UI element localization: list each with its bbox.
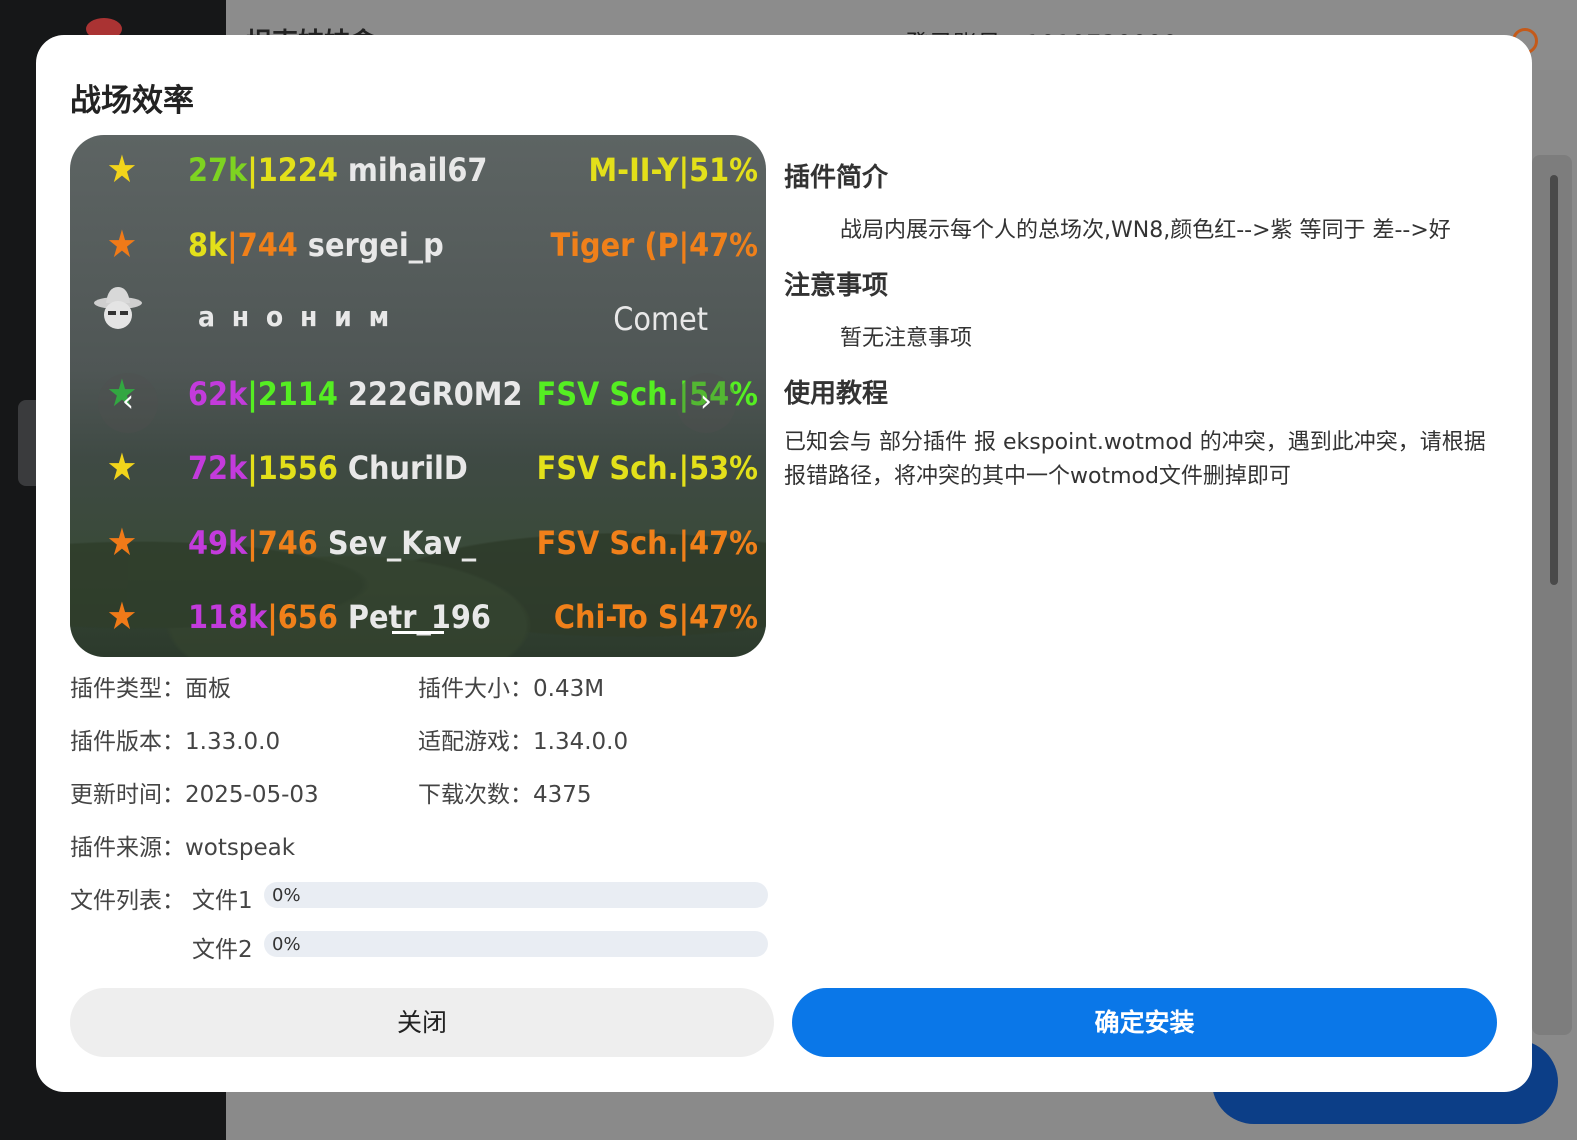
player-stats: а н о н и м [198, 300, 393, 333]
intro-text: 战局内展示每个人的总场次,WN8,颜色红-->紫 等同于 差-->好 [840, 218, 1451, 243]
tank-winrate: Comet [613, 300, 708, 338]
file-list-label: 文件列表： [70, 888, 185, 914]
rank-star-icon: ★ [106, 519, 138, 564]
plugin-type-value: 面板 [185, 676, 231, 702]
battles-count: 8k [188, 225, 228, 264]
battles-count: 27k [188, 151, 248, 189]
sidebar-collapse-handle [18, 400, 38, 486]
plugin-type: 插件类型：面板 [70, 669, 231, 703]
wn8-value: 1556 [257, 449, 338, 487]
background-scrollbar [1550, 175, 1558, 585]
preview-player-row: ★ 49k|746 Sev_Kav_ FSV Sch.|47% [70, 516, 766, 576]
plugin-size-value: 0.43M [533, 676, 605, 702]
rank-star-icon: ★ [106, 147, 138, 191]
game-version-value: 1.34.0.0 [533, 729, 629, 755]
update-time: 更新时间：2025-05-03 [70, 775, 319, 809]
rank-star-icon: ★ [106, 594, 138, 638]
tank-winrate: Chi-To S|47% [553, 598, 758, 636]
rank-star-icon: ★ [106, 445, 138, 489]
plugin-type-label: 插件类型： [70, 676, 185, 702]
stat-separator: | [247, 449, 258, 487]
plugin-source-label: 插件来源： [70, 835, 185, 861]
confirm-install-button[interactable]: 确定安装 [792, 988, 1497, 1057]
update-time-value: 2025-05-03 [185, 782, 319, 808]
download-count-label: 下载次数： [418, 782, 533, 808]
file-progress-bar: 0% [264, 882, 768, 908]
battles-count: 72k [188, 449, 248, 487]
battles-count: 49k [188, 523, 248, 562]
tank-winrate: Tiger (P|47% [550, 225, 758, 264]
notes-text: 暂无注意事项 [840, 326, 973, 351]
player-name: sergei_p [307, 225, 444, 264]
rank-star-icon: ★ [106, 221, 138, 266]
intro-heading: 插件简介 [784, 163, 889, 193]
player-name: ChurilD [347, 449, 468, 487]
stat-separator: | [267, 598, 278, 636]
player-stats: 8k|744 sergei_p [188, 226, 444, 264]
stat-separator: | [247, 523, 258, 562]
wn8-value: 1224 [257, 151, 338, 189]
download-count: 下载次数：4375 [418, 775, 592, 809]
update-time-label: 更新时间： [70, 782, 185, 808]
player-name: mihail67 [347, 151, 488, 189]
tutorial-text: 已知会与 部分插件 报 ekspoint.wotmod 的冲突，遇到此冲突，请根… [784, 430, 1486, 489]
preview-player-row: а н о н и м Comet [70, 292, 766, 352]
plugin-source: 插件来源：wotspeak [70, 828, 295, 862]
player-name: Sev_Kav_ [327, 523, 477, 562]
notes-heading: 注意事项 [784, 271, 889, 301]
stat-separator: | [247, 151, 258, 189]
carousel-next-button[interactable]: › [676, 373, 736, 433]
player-name: 222GR0M2 [347, 374, 523, 413]
file-progress-text: 0% [272, 885, 301, 906]
preview-carousel: ★ 27k|1224 mihail67 M-II-Y|51% ★ 8k|744 serg… [70, 135, 766, 657]
plugin-version-label: 插件版本： [70, 729, 185, 755]
wn8-value: 746 [257, 523, 318, 562]
player-stats: 27k|1224 mihail67 [188, 151, 487, 189]
player-stats: 62k|2114 222GR0M2 [188, 375, 522, 413]
game-version: 适配游戏：1.34.0.0 [418, 722, 628, 756]
tutorial-heading: 使用教程 [784, 379, 889, 409]
preview-player-row: ★ 8k|744 sergei_p Tiger (P|47% [70, 218, 766, 278]
battles-count: 118k [188, 598, 268, 636]
plugin-size-label: 插件大小： [418, 676, 533, 702]
wn8-value: 656 [277, 598, 338, 636]
file-progress-text: 0% [272, 934, 301, 955]
stat-separator: | [227, 225, 238, 264]
anonymous-player-icon [94, 287, 142, 329]
plugin-detail-dialog: 战场效率 ★ 27k|1224 mihail67 M-II-Y|51% ★ 8k|744… [36, 35, 1532, 1092]
wn8-value: 744 [237, 225, 298, 264]
plugin-version-value: 1.33.0.0 [185, 729, 281, 755]
preview-player-row: ★ 118k|656 Petr_196 Chi-To S|47% [70, 590, 766, 650]
file-progress-bar: 0% [264, 931, 768, 957]
plugin-version: 插件版本：1.33.0.0 [70, 722, 280, 756]
player-stats: 72k|1556 ChurilD [188, 449, 468, 487]
stat-separator: | [247, 374, 258, 413]
carousel-prev-button[interactable]: ‹ [98, 373, 158, 433]
battles-count: 62k [188, 374, 248, 413]
carousel-indicator[interactable] [392, 631, 444, 634]
file-name: 文件2 [192, 937, 253, 963]
plugin-size: 插件大小：0.43M [418, 669, 604, 703]
tank-winrate: M-II-Y|51% [588, 151, 758, 189]
file-name: 文件1 [192, 888, 253, 914]
wn8-value: 2114 [257, 374, 338, 413]
game-version-label: 适配游戏： [418, 729, 533, 755]
tank-winrate: FSV Sch.|53% [536, 449, 758, 487]
player-stats: 118k|656 Petr_196 [188, 598, 491, 636]
download-count-value: 4375 [533, 782, 592, 808]
dialog-title: 战场效率 [70, 83, 194, 119]
plugin-source-value: wotspeak [185, 835, 296, 861]
tank-winrate: FSV Sch.|47% [536, 523, 758, 562]
preview-player-row: ★ 62k|2114 222GR0M2 FSV Sch.|54% [70, 367, 766, 427]
close-button[interactable]: 关闭 [70, 988, 774, 1057]
preview-player-row: ★ 72k|1556 ChurilD FSV Sch.|53% [70, 441, 766, 501]
player-name: а н о н и м [198, 300, 394, 333]
preview-player-row: ★ 27k|1224 mihail67 M-II-Y|51% [70, 143, 766, 203]
player-stats: 49k|746 Sev_Kav_ [188, 524, 476, 562]
